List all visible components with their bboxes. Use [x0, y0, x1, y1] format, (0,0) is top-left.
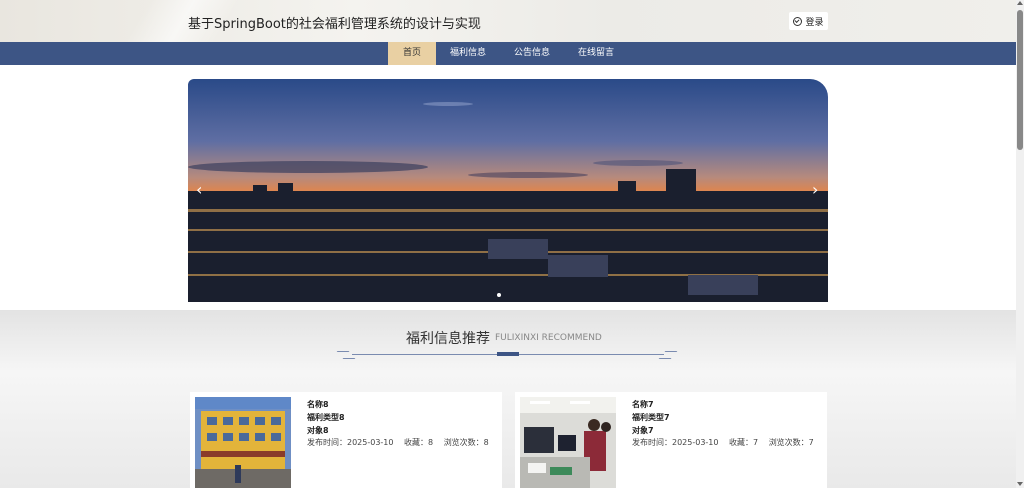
scroll-up-arrow-icon[interactable] [1017, 1, 1023, 5]
favorite-count: 收藏：8 [404, 438, 434, 447]
nav-item-home[interactable]: 首页 [388, 42, 436, 65]
nav-item-messages[interactable]: 在线留言 [568, 42, 624, 65]
welfare-target: 对象7 [632, 426, 654, 435]
nav-item-announcements[interactable]: 公告信息 [504, 42, 560, 65]
title-accent-bar [497, 352, 519, 356]
welfare-name: 名称8 [307, 400, 329, 409]
welfare-card-image [195, 397, 291, 488]
welfare-card[interactable]: 名称7 福利类型7 对象7 发布时间：2025-03-10 收藏：7 浏览次数：… [515, 392, 827, 488]
check-circle-icon [793, 16, 803, 26]
favorite-count: 收藏：7 [729, 438, 759, 447]
welfare-type: 福利类型7 [632, 413, 670, 422]
scroll-down-arrow-icon[interactable] [1017, 482, 1023, 486]
recommend-title: 福利信息推荐 [406, 331, 490, 347]
carousel-next-arrow[interactable]: › [812, 180, 818, 199]
publish-time: 发布时间：2025-03-10 [632, 438, 719, 447]
publish-time: 发布时间：2025-03-10 [307, 438, 394, 447]
login-label: 登录 [805, 17, 824, 28]
banner-carousel[interactable] [188, 79, 828, 302]
welfare-card-image [520, 397, 616, 488]
login-button[interactable]: 登录 [789, 12, 828, 30]
top-header [0, 0, 1016, 42]
carousel-indicator-dot[interactable] [497, 293, 501, 297]
welfare-type: 福利类型8 [307, 413, 345, 422]
site-title: 基于SpringBoot的社会福利管理系统的设计与实现 [188, 17, 481, 32]
nav-item-welfare-info[interactable]: 福利信息 [440, 42, 496, 65]
carousel-prev-arrow[interactable]: ‹ [196, 180, 202, 199]
welfare-card[interactable]: 名称8 福利类型8 对象8 发布时间：2025-03-10 收藏：8 浏览次数：… [190, 392, 502, 488]
view-count: 浏览次数：8 [443, 438, 489, 447]
page-scrollbar[interactable] [1016, 0, 1024, 488]
welfare-meta: 发布时间：2025-03-10 收藏：7 浏览次数：7 [632, 437, 822, 448]
welfare-meta: 发布时间：2025-03-10 收藏：8 浏览次数：8 [307, 437, 497, 448]
scrollbar-thumb[interactable] [1017, 10, 1023, 150]
recommend-subtitle: FULIXINXI RECOMMEND [495, 333, 602, 343]
city-skyline-image [188, 102, 828, 302]
view-count: 浏览次数：7 [768, 438, 814, 447]
welfare-target: 对象8 [307, 426, 329, 435]
welfare-name: 名称7 [632, 400, 654, 409]
